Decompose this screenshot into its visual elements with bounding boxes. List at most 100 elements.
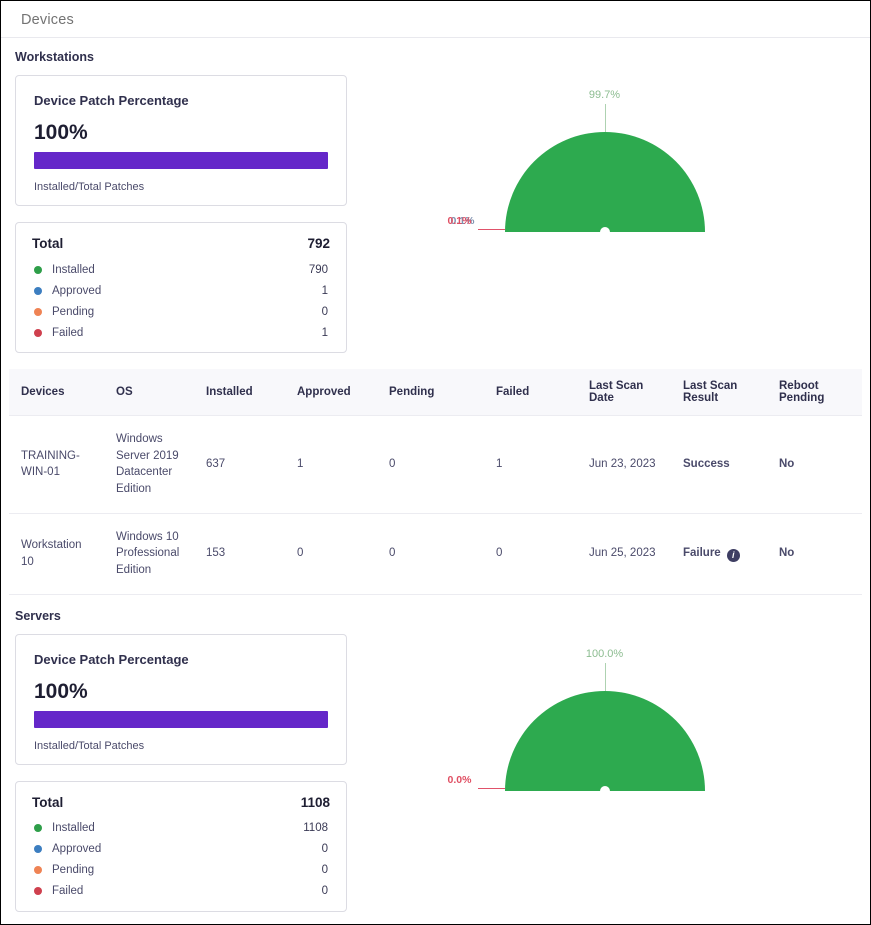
legend-label: Approved bbox=[52, 843, 322, 855]
workstations-table: Devices OS Installed Approved Pending Fa… bbox=[9, 369, 862, 595]
legend-value: 0 bbox=[322, 864, 328, 876]
legend-value: 0 bbox=[322, 843, 328, 855]
cell-os: Windows Server 2019 Datacenter Edition bbox=[104, 416, 194, 514]
patch-percentage-value: 100% bbox=[34, 680, 328, 704]
info-icon[interactable]: i bbox=[727, 549, 740, 562]
gauge-installed-slice bbox=[505, 691, 705, 791]
legend-label: Failed bbox=[52, 327, 322, 339]
col-header-approved: Approved bbox=[285, 369, 377, 416]
gauge-top-label: 99.7% bbox=[589, 89, 620, 101]
workstations-gauge-chart: 99.7% 0.1% 0.1% bbox=[475, 83, 735, 232]
installed-dot-icon bbox=[34, 824, 42, 832]
legend-value: 0 bbox=[322, 306, 328, 318]
servers-patch-percentage-card: Device Patch Percentage 100% Installed/T… bbox=[15, 634, 347, 765]
total-label: Total bbox=[32, 236, 63, 251]
legend-label: Installed bbox=[52, 822, 303, 834]
page-header: Devices bbox=[1, 1, 870, 38]
workstations-patch-percentage-card: Device Patch Percentage 100% Installed/T… bbox=[15, 75, 347, 206]
workstations-heading: Workstations bbox=[9, 38, 862, 75]
cell-os: Windows 10 Professional Edition bbox=[104, 513, 194, 594]
installed-dot-icon bbox=[34, 266, 42, 274]
cell-last-scan-date: Jun 25, 2023 bbox=[577, 513, 671, 594]
approved-dot-icon bbox=[34, 287, 42, 295]
patch-card-title: Device Patch Percentage bbox=[34, 93, 328, 108]
legend-label: Pending bbox=[52, 864, 322, 876]
patch-card-caption: Installed/Total Patches bbox=[34, 181, 328, 193]
devices-dashboard: Devices Workstations Device Patch Percen… bbox=[0, 0, 871, 925]
cell-last-scan-result: Success bbox=[671, 416, 767, 514]
workstations-section: Workstations Device Patch Percentage 100… bbox=[1, 38, 870, 595]
patch-progress-bar bbox=[34, 152, 328, 169]
legend-value: 1108 bbox=[303, 822, 328, 834]
gauge-left-callout-line bbox=[478, 788, 505, 789]
legend-label: Installed bbox=[52, 264, 309, 276]
cell-pending: 0 bbox=[377, 513, 484, 594]
gauge-left-label: 0.1% bbox=[448, 215, 472, 227]
col-header-os: OS bbox=[104, 369, 194, 416]
cell-failed: 1 bbox=[484, 416, 577, 514]
gauge-left-callout-line bbox=[478, 229, 505, 230]
servers-total-card: Total 1108 Installed 1108 Approved 0 bbox=[15, 781, 347, 912]
servers-gauge-chart: 100.0% 0.0% bbox=[475, 642, 735, 791]
cell-failed: 0 bbox=[484, 513, 577, 594]
legend-row-installed: Installed 790 bbox=[32, 259, 330, 280]
cell-last-scan-date: Jun 23, 2023 bbox=[577, 416, 671, 514]
legend-row-approved: Approved 1 bbox=[32, 280, 330, 301]
gauge-center-notch bbox=[600, 227, 610, 237]
total-value: 792 bbox=[307, 236, 330, 251]
gauge-center-notch bbox=[600, 786, 610, 796]
failed-dot-icon bbox=[34, 329, 42, 337]
legend-value: 0 bbox=[322, 885, 328, 897]
gauge-top-callout-line bbox=[605, 104, 606, 132]
page-title: Devices bbox=[21, 12, 850, 28]
legend-label: Failed bbox=[52, 885, 322, 897]
cell-reboot-pending: No bbox=[767, 513, 862, 594]
patch-card-caption: Installed/Total Patches bbox=[34, 740, 328, 752]
gauge-installed-slice bbox=[505, 132, 705, 232]
gauge-top-callout-line bbox=[605, 663, 606, 691]
servers-heading: Servers bbox=[9, 597, 862, 634]
legend-value: 1 bbox=[322, 327, 328, 339]
cell-last-scan-result: Failure i bbox=[671, 513, 767, 594]
col-header-devices: Devices bbox=[9, 369, 104, 416]
legend-value: 1 bbox=[322, 285, 328, 297]
table-row[interactable]: Workstation 10 Windows 10 Professional E… bbox=[9, 513, 862, 594]
legend-label: Pending bbox=[52, 306, 322, 318]
cell-device: TRAINING-WIN-01 bbox=[9, 416, 104, 514]
legend-row-pending: Pending 0 bbox=[32, 301, 330, 322]
cell-pending: 0 bbox=[377, 416, 484, 514]
failed-dot-icon bbox=[34, 887, 42, 895]
cell-installed: 637 bbox=[194, 416, 285, 514]
legend-row-failed: Failed 1 bbox=[32, 322, 330, 343]
col-header-last-scan-date: Last Scan Date bbox=[577, 369, 671, 416]
table-row[interactable]: TRAINING-WIN-01 Windows Server 2019 Data… bbox=[9, 416, 862, 514]
pending-dot-icon bbox=[34, 866, 42, 874]
col-header-pending: Pending bbox=[377, 369, 484, 416]
servers-section: Servers Device Patch Percentage 100% Ins… bbox=[1, 597, 870, 925]
legend-row-failed: Failed 0 bbox=[32, 881, 330, 902]
total-label: Total bbox=[32, 795, 63, 810]
patch-percentage-value: 100% bbox=[34, 121, 328, 145]
legend-value: 790 bbox=[309, 264, 328, 276]
legend-row-pending: Pending 0 bbox=[32, 860, 330, 881]
cell-device: Workstation 10 bbox=[9, 513, 104, 594]
col-header-reboot-pending: Reboot Pending bbox=[767, 369, 862, 416]
pending-dot-icon bbox=[34, 308, 42, 316]
approved-dot-icon bbox=[34, 845, 42, 853]
col-header-installed: Installed bbox=[194, 369, 285, 416]
legend-label: Approved bbox=[52, 285, 322, 297]
cell-approved: 0 bbox=[285, 513, 377, 594]
col-header-last-scan-result: Last Scan Result bbox=[671, 369, 767, 416]
gauge-left-label: 0.0% bbox=[448, 774, 472, 786]
legend-row-approved: Approved 0 bbox=[32, 839, 330, 860]
cell-approved: 1 bbox=[285, 416, 377, 514]
patch-progress-bar bbox=[34, 711, 328, 728]
cell-reboot-pending: No bbox=[767, 416, 862, 514]
failure-label: Failure bbox=[683, 547, 721, 559]
gauge-top-label: 100.0% bbox=[586, 648, 623, 660]
cell-installed: 153 bbox=[194, 513, 285, 594]
total-value: 1108 bbox=[301, 795, 330, 810]
table-header-row: Devices OS Installed Approved Pending Fa… bbox=[9, 369, 862, 416]
legend-row-installed: Installed 1108 bbox=[32, 818, 330, 839]
col-header-failed: Failed bbox=[484, 369, 577, 416]
